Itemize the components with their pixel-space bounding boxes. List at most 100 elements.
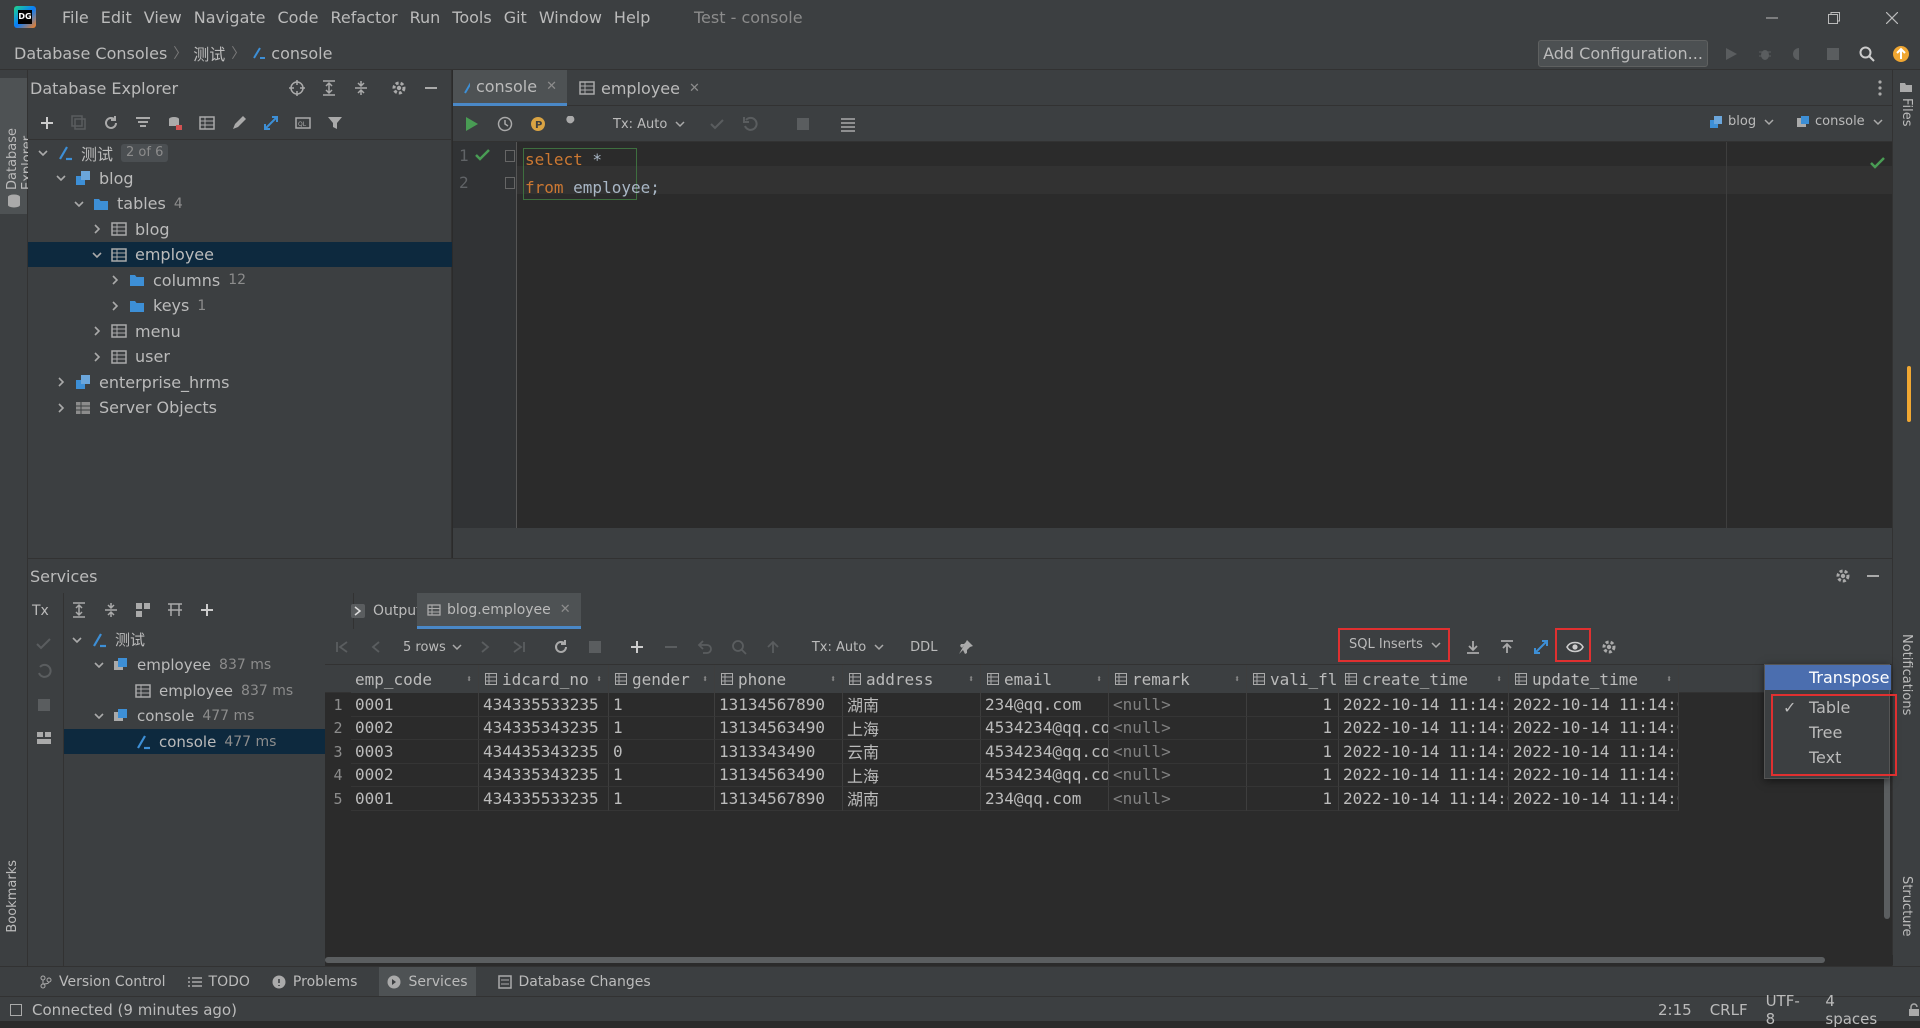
grid-cell[interactable]: 上海 [843,716,981,740]
minimize-button[interactable] [1744,0,1800,36]
chevron-right-icon[interactable] [54,401,68,415]
row-number[interactable]: 1 [325,693,351,716]
bookmarks-stripe-button[interactable]: Bookmarks [5,860,20,970]
tree-node-tables[interactable]: tables 4 [28,191,452,216]
grid-cell[interactable]: 4534234@qq.com [981,716,1109,740]
coverage-icon[interactable] [1788,43,1810,65]
sort-icon[interactable]: ⬍ [968,674,974,685]
menu-git[interactable]: Git [498,0,533,36]
grid-cell[interactable]: <null> [1109,693,1247,717]
tree-node-user[interactable]: user [28,344,452,369]
grid-cell[interactable]: 2022-10-14 11:14:01 [1339,716,1509,740]
menu-view[interactable]: View [138,0,188,36]
sort-icon[interactable]: ⬍ [1496,674,1502,685]
stop-icon[interactable] [584,636,606,658]
settings-wrench-icon[interactable] [560,113,582,135]
grid-cell[interactable]: 1 [609,787,715,811]
menu-window[interactable]: Window [533,0,608,36]
grid-cell[interactable]: 2022-10-14 11:14:01 [1339,693,1509,717]
tree-node-enterprise-hrms[interactable]: enterprise_hrms [28,370,452,395]
revert-icon[interactable] [694,636,716,658]
tab-services[interactable]: Services [379,966,476,997]
pin-icon[interactable] [955,636,977,658]
tab-employee[interactable]: employee ✕ [569,70,710,106]
tab-console[interactable]: console ✕ [453,70,567,106]
grid-cell[interactable]: 13134567890 [715,693,843,717]
grid-cell[interactable]: 1 [1247,763,1339,787]
search-icon[interactable] [1856,43,1878,65]
gear-icon[interactable] [1832,565,1854,587]
stop-icon[interactable] [1822,43,1844,65]
close-tab-icon[interactable]: ✕ [546,79,557,94]
result-grid[interactable]: emp_code ⬍ idcard_no ⬍ gender ⬍ phone ⬍ address ⬍… [325,665,1892,967]
breadcrumb-item[interactable]: console [271,44,332,63]
grid-cell[interactable]: <null> [1109,716,1247,740]
filter-icon[interactable] [164,599,186,621]
chevron-down-icon[interactable] [54,171,68,185]
page-size-dropdown[interactable]: 5 rows [403,640,462,655]
file-encoding[interactable]: UTF-8 [1766,992,1808,1028]
indent-setting[interactable]: 4 spaces [1825,992,1888,1028]
scrollbar-thumb[interactable] [325,957,1825,963]
explain-plan-icon[interactable]: P [527,113,549,135]
gear-icon[interactable] [388,77,410,99]
rollback-icon[interactable] [739,113,761,135]
close-tab-icon[interactable]: ✕ [689,81,700,96]
grid-cell[interactable]: 2022-10-14 11:14:01 [1339,763,1509,787]
menu-navigate[interactable]: Navigate [188,0,272,36]
grid-cell[interactable]: 2022-10-14 11:14:01 [1339,740,1509,764]
row-number[interactable]: 2 [325,717,351,740]
chevron-down-icon[interactable] [70,633,84,647]
history-icon[interactable] [494,113,516,135]
update-icon[interactable] [1890,43,1912,65]
grid-cell[interactable]: 0002 [351,763,479,787]
grid-cell[interactable]: <null> [1109,740,1247,764]
add-row-icon[interactable] [626,636,648,658]
row-number[interactable]: 4 [325,764,351,787]
grid-cell[interactable]: 2022-10-14 11:14:04 [1509,693,1679,717]
schema-filter-icon[interactable] [132,112,154,134]
delete-row-icon[interactable] [660,636,682,658]
sort-icon[interactable]: ⬍ [1666,674,1672,685]
grid-cell[interactable]: 434435343235 [479,740,609,764]
row-number[interactable]: 5 [325,787,351,810]
tab-problems[interactable]: Problems [272,974,357,990]
grid-cell[interactable]: 1 [609,693,715,717]
more-options-icon[interactable] [1869,77,1891,99]
caret-position[interactable]: 2:15 [1658,1001,1692,1019]
chevron-down-icon[interactable] [90,248,104,262]
menu-item-transpose[interactable]: Transpose [1765,665,1891,690]
chevron-right-icon[interactable] [54,375,68,389]
download-icon[interactable] [1462,636,1484,658]
tx-mode-dropdown[interactable]: Tx: Auto [812,640,884,655]
expand-all-icon[interactable] [68,599,90,621]
submit-icon[interactable] [762,636,784,658]
edit-icon[interactable] [228,112,250,134]
row-number[interactable]: 3 [325,740,351,763]
upload-icon[interactable] [1496,636,1518,658]
filter-icon[interactable] [324,112,346,134]
grid-cell[interactable]: 1 [1247,740,1339,764]
service-node-employee[interactable]: employee 837 ms [64,653,354,678]
chevron-down-icon[interactable] [36,146,50,160]
grid-cell[interactable]: 2022-10-14 11:14:04 [1509,787,1679,811]
schema-count-badge[interactable]: 2 of 6 [121,143,169,162]
column-header-update-time[interactable]: update_time ⬍ [1509,665,1679,693]
horizontal-scrollbar[interactable] [325,955,1893,965]
grid-cell[interactable]: 234@qq.com [981,693,1109,717]
next-page-icon[interactable] [474,636,496,658]
grid-cell[interactable]: 云南 [843,740,981,764]
refresh-icon[interactable] [100,112,122,134]
column-header-vali-flag[interactable]: vali_flag⬍ [1247,665,1339,693]
code-area[interactable]: select * from employee; [453,148,1892,204]
line-separator[interactable]: CRLF [1710,1001,1748,1019]
copy-icon[interactable] [68,112,90,134]
grid-cell[interactable]: 434335343235 [479,716,609,740]
tree-node-employee[interactable]: employee [28,242,452,267]
schema-dropdown[interactable]: blog [1709,114,1774,129]
column-header-phone[interactable]: phone ⬍ [715,665,843,693]
grid-cell[interactable]: 13134567890 [715,787,843,811]
menu-edit[interactable]: Edit [95,0,138,36]
commit-icon[interactable] [706,113,728,135]
grid-cell[interactable]: 13134563490 [715,716,843,740]
